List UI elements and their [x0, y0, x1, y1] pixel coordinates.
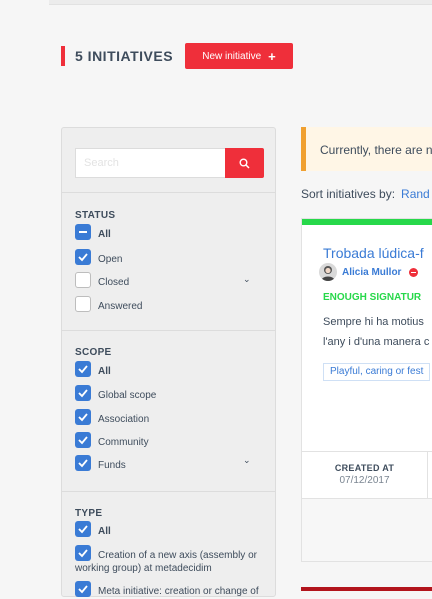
author-name[interactable]: Alicia Mullor [342, 267, 401, 278]
notice-text: Currently, there are n [320, 143, 432, 157]
status-all-option[interactable]: All [75, 224, 265, 242]
scope-funds-option[interactable]: Funds ⌄ [75, 455, 265, 473]
divider [62, 330, 275, 331]
filters-sidebar: STATUS All Open Closed ⌄ Answered SCOPE … [61, 127, 276, 597]
sort-control: Sort initiatives by: Rand [301, 187, 430, 201]
chevron-down-icon[interactable]: ⌄ [243, 274, 251, 285]
page-heading: 5 INITIATIVES [61, 45, 173, 67]
divider [62, 491, 275, 492]
option-label: Community [98, 437, 149, 448]
option-label: Meta initiative: creation or change of [98, 586, 259, 597]
avatar [319, 263, 337, 281]
new-initiative-label: New initiative [202, 50, 262, 62]
status-answered-option[interactable]: Answered [75, 296, 265, 314]
sort-label: Sort initiatives by: [301, 187, 396, 201]
option-label: All [98, 366, 111, 377]
checkbox-checked[interactable] [75, 385, 91, 401]
plus-icon: + [268, 48, 276, 64]
category-tag[interactable]: Playful, caring or fest [323, 363, 431, 381]
checkbox-checked[interactable] [75, 432, 91, 448]
status-open-option[interactable]: Open [75, 249, 265, 267]
new-initiative-button[interactable]: New initiative + [185, 43, 293, 69]
divider [62, 192, 275, 193]
callout-notice: Currently, there are n [301, 127, 432, 171]
sort-dropdown[interactable]: Rand [401, 187, 430, 201]
top-strip [49, 0, 432, 5]
scope-global-option[interactable]: Global scope [75, 385, 265, 403]
next-card-status-bar [301, 587, 432, 591]
option-label: Open [98, 254, 123, 265]
type-meta-initiative-option[interactable]: Meta initiative: creation or change of [75, 581, 265, 599]
checkbox-checked[interactable] [75, 409, 91, 425]
option-label: Association [98, 414, 150, 425]
option-label: All [98, 229, 111, 240]
description-line: Sempre hi ha motius [323, 316, 424, 328]
option-label: Answered [98, 301, 143, 312]
card-status-bar [302, 219, 432, 225]
initiative-description: Sempre hi ha motius l'any i d'una manera… [323, 312, 429, 352]
verified-badge-icon [409, 268, 418, 277]
scope-community-option[interactable]: Community [75, 432, 265, 450]
search-input[interactable] [75, 148, 225, 178]
search-icon [239, 158, 250, 169]
divider [427, 451, 428, 498]
type-new-axis-option[interactable]: Creation of a new axis (assembly or work… [75, 545, 265, 575]
scope-association-option[interactable]: Association [75, 409, 265, 427]
checkbox-indeterminate[interactable] [75, 224, 91, 240]
search-form [75, 148, 265, 178]
checkbox-checked[interactable] [75, 249, 91, 265]
checkbox-checked[interactable] [75, 361, 91, 377]
type-all-option[interactable]: All [75, 521, 265, 539]
chevron-down-icon[interactable]: ⌄ [243, 455, 251, 466]
status-filter-title: STATUS [75, 210, 116, 221]
initiative-state: ENOUGH SIGNATUR [323, 292, 422, 303]
divider [302, 451, 432, 452]
heading-accent-bar [61, 46, 65, 66]
option-label: Global scope [98, 390, 157, 401]
option-label: Creation of a new axis (assembly or work… [75, 550, 257, 574]
card-footer-area [302, 499, 432, 561]
search-button[interactable] [225, 148, 264, 178]
description-line: l'any i d'una manera c [323, 336, 430, 348]
checkbox-unchecked[interactable] [75, 296, 91, 312]
initiative-title-link[interactable]: Trobada lúdica-f [323, 245, 424, 261]
created-at-value: 07/12/2017 [339, 475, 390, 486]
scope-all-option[interactable]: All [75, 361, 265, 379]
option-label: All [98, 526, 111, 537]
status-closed-option[interactable]: Closed ⌄ [75, 272, 265, 290]
initiative-card: Trobada lúdica-f Alicia Mullor ENOUGH SI… [301, 218, 432, 562]
checkbox-checked[interactable] [75, 455, 91, 471]
type-filter-title: TYPE [75, 508, 103, 519]
page-title: 5 INITIATIVES [75, 48, 174, 64]
scope-filter-title: SCOPE [75, 347, 112, 358]
checkbox-checked[interactable] [75, 521, 91, 537]
created-at-label: CREATED AT [334, 463, 395, 473]
checkbox-unchecked[interactable] [75, 272, 91, 288]
